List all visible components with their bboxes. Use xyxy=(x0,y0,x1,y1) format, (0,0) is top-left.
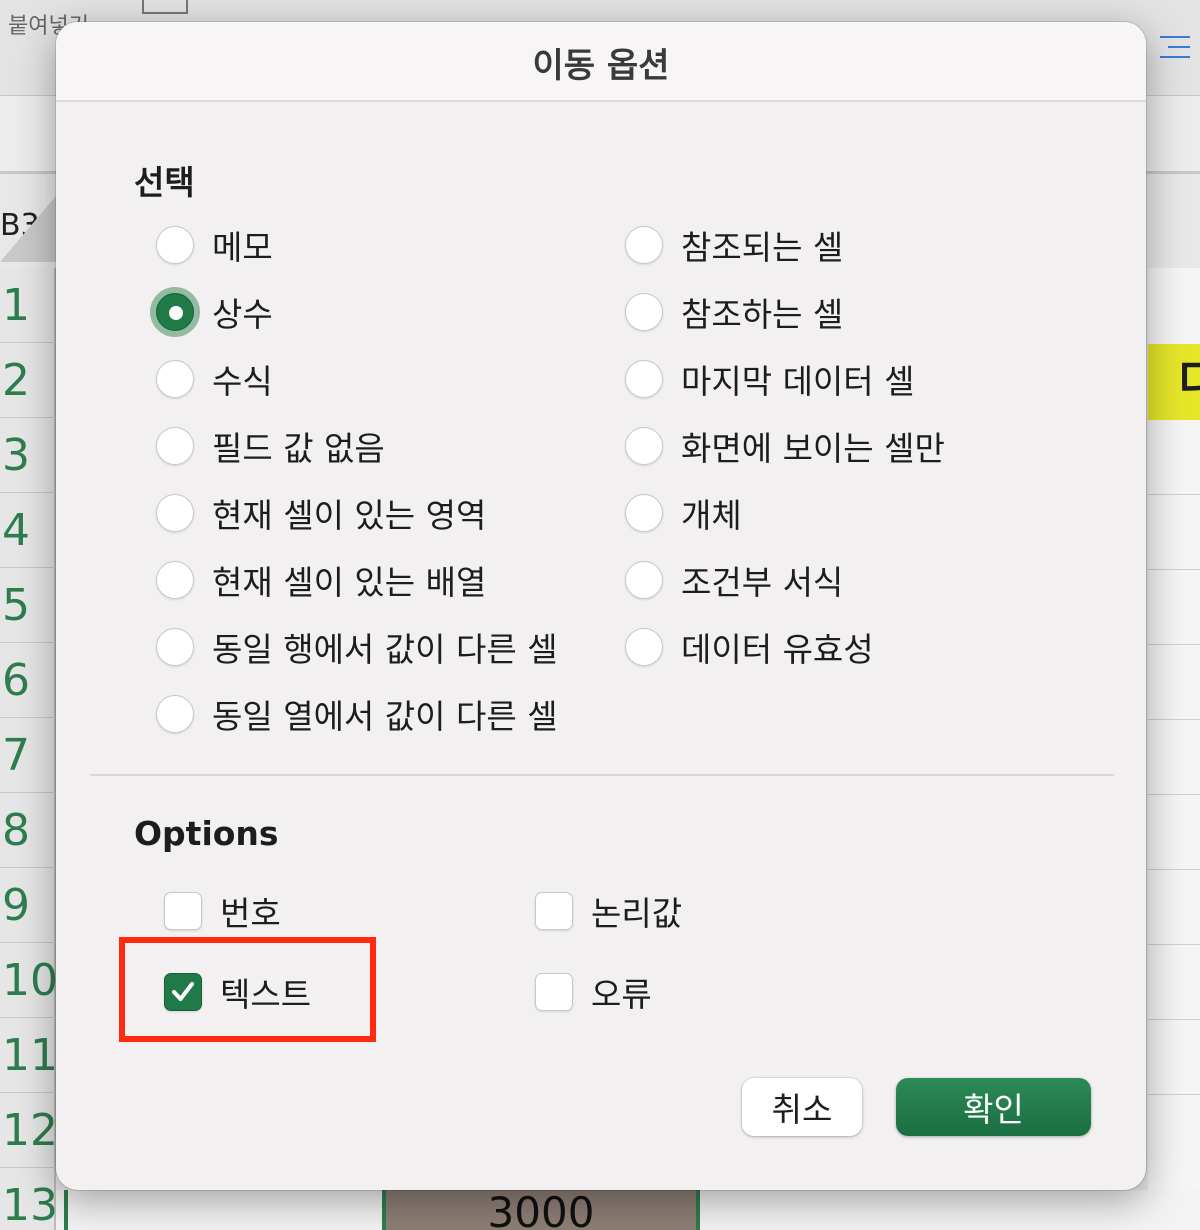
radio-label: 참조하는 셀 xyxy=(681,295,844,334)
radio-button[interactable] xyxy=(625,226,663,264)
radio-label: 수식 xyxy=(212,362,273,401)
radio-button[interactable] xyxy=(156,226,194,264)
radio-visible-cells-only[interactable]: 화면에 보이는 셀만 xyxy=(625,421,945,471)
radio-button[interactable] xyxy=(625,293,663,331)
checkbox-errors[interactable]: 오류 xyxy=(535,967,652,1017)
radio-button[interactable] xyxy=(156,427,194,465)
radio-formulas[interactable]: 수식 xyxy=(156,354,273,404)
checkbox-label: 논리값 xyxy=(591,894,683,933)
grid-line xyxy=(1148,719,1200,720)
radio-label: 상수 xyxy=(212,295,273,334)
grid-line xyxy=(1148,1094,1200,1095)
ok-button[interactable]: 확인 xyxy=(896,1078,1091,1136)
dialog-title: 이동 옵션 xyxy=(532,46,670,86)
cancel-button[interactable]: 취소 xyxy=(742,1078,862,1136)
radio-label: 조건부 서식 xyxy=(681,563,844,602)
grid-line xyxy=(1148,569,1200,570)
row-headers: 1 2 3 4 5 6 7 8 9 10 11 12 13 xyxy=(0,268,58,1230)
radio-label: 데이터 유효성 xyxy=(681,630,874,669)
radio-button[interactable] xyxy=(156,628,194,666)
radio-button[interactable] xyxy=(625,628,663,666)
radio-label: 마지막 데이터 셀 xyxy=(681,362,915,401)
radio-label: 참조되는 셀 xyxy=(681,228,844,267)
row-header[interactable]: 1 xyxy=(0,268,56,343)
grid-line xyxy=(1148,944,1200,945)
radio-last-cell[interactable]: 마지막 데이터 셀 xyxy=(625,354,915,404)
row-header[interactable]: 13 xyxy=(0,1168,58,1230)
radio-button[interactable] xyxy=(156,695,194,733)
radio-button[interactable] xyxy=(625,561,663,599)
radio-current-region[interactable]: 현재 셀이 있는 영역 xyxy=(156,488,486,538)
grid-line xyxy=(1148,1019,1200,1020)
checkbox-logicals[interactable]: 논리값 xyxy=(535,886,682,936)
grid-line xyxy=(1148,644,1200,645)
radio-button[interactable] xyxy=(156,561,194,599)
radio-label: 필드 값 없음 xyxy=(212,429,385,468)
radio-label: 메모 xyxy=(212,228,273,267)
row-header[interactable]: 9 xyxy=(0,868,56,943)
radio-label: 동일 열에서 값이 다른 셀 xyxy=(212,697,558,736)
checkbox[interactable] xyxy=(164,892,202,930)
selection-border xyxy=(64,1190,68,1230)
row-header[interactable]: 11 xyxy=(0,1018,58,1093)
checkbox[interactable] xyxy=(535,973,573,1011)
checkbox-label: 오류 xyxy=(591,975,652,1014)
radio-current-array[interactable]: 현재 셀이 있는 배열 xyxy=(156,555,486,605)
radio-dependents[interactable]: 참조하는 셀 xyxy=(625,287,843,337)
annotation-highlight-box xyxy=(119,937,376,1042)
radio-button[interactable] xyxy=(625,427,663,465)
radio-button[interactable] xyxy=(625,494,663,532)
radio-label: 현재 셀이 있는 영역 xyxy=(212,496,487,535)
go-to-special-dialog: 이동 옵션 선택 메모 상수 수식 필드 값 없음 현재 셀이 있는 영역 현재… xyxy=(56,22,1146,1190)
row-header[interactable]: 4 xyxy=(0,493,56,568)
radio-label: 개체 xyxy=(681,496,742,535)
radio-label: 현재 셀이 있는 배열 xyxy=(212,563,487,602)
radio-data-validation[interactable]: 데이터 유효성 xyxy=(625,622,874,672)
select-all-corner[interactable] xyxy=(0,196,56,262)
row-header[interactable]: 2 xyxy=(0,343,56,418)
radio-label: 화면에 보이는 셀만 xyxy=(681,429,945,468)
radio-button[interactable] xyxy=(625,360,663,398)
radio-memo[interactable]: 메모 xyxy=(156,220,273,270)
radio-precedents[interactable]: 참조되는 셀 xyxy=(625,220,843,270)
radio-objects[interactable]: 개체 xyxy=(625,488,742,538)
radio-button-selected[interactable] xyxy=(156,293,194,331)
grid-line xyxy=(1148,869,1200,870)
dialog-titlebar[interactable]: 이동 옵션 xyxy=(56,22,1146,102)
radio-conditional-formats[interactable]: 조건부 서식 xyxy=(625,555,843,605)
indent-decrease-icon[interactable] xyxy=(1152,36,1190,66)
radio-row-differences[interactable]: 동일 행에서 값이 다른 셀 xyxy=(156,622,558,672)
row-header[interactable]: 3 xyxy=(0,418,56,493)
radio-blanks[interactable]: 필드 값 없음 xyxy=(156,421,385,471)
radio-button[interactable] xyxy=(156,360,194,398)
checkbox-numbers[interactable]: 번호 xyxy=(164,886,281,936)
row-header[interactable]: 8 xyxy=(0,793,56,868)
row-header[interactable]: 5 xyxy=(0,568,56,643)
checkbox-label: 번호 xyxy=(220,894,281,933)
radio-constants[interactable]: 상수 xyxy=(156,287,273,337)
grid-line xyxy=(1148,494,1200,495)
section-divider xyxy=(90,774,1114,776)
row-header[interactable]: 7 xyxy=(0,718,56,793)
cell-value-3000[interactable]: 3000 xyxy=(382,1190,700,1230)
row-header[interactable]: 6 xyxy=(0,643,56,718)
highlighted-cell[interactable]: 디 xyxy=(1148,344,1200,420)
grid-line xyxy=(1148,794,1200,795)
radio-label: 동일 행에서 값이 다른 셀 xyxy=(212,630,558,669)
radio-button[interactable] xyxy=(156,494,194,532)
options-section-title: Options xyxy=(134,814,279,853)
paste-options-icon[interactable] xyxy=(142,0,188,14)
checkbox[interactable] xyxy=(535,892,573,930)
row-header[interactable]: 10 xyxy=(0,943,58,1018)
selection-section-title: 선택 xyxy=(134,163,195,202)
row-header[interactable]: 12 xyxy=(0,1093,58,1168)
radio-column-differences[interactable]: 동일 열에서 값이 다른 셀 xyxy=(156,689,558,739)
